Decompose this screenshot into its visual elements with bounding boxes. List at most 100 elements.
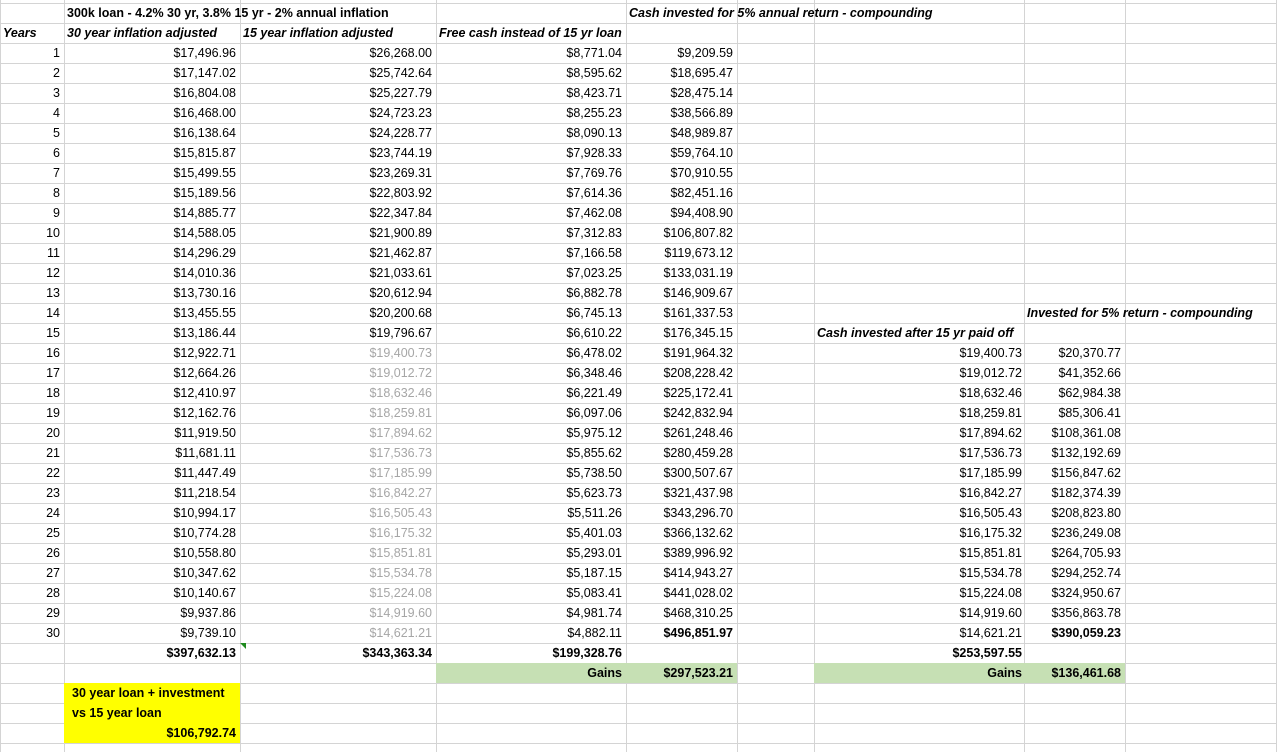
cell-cash-invested[interactable]: $48,989.87 bbox=[626, 123, 737, 143]
cell-cash-invested[interactable]: $82,451.16 bbox=[626, 183, 737, 203]
gains-label-right[interactable]: Gains bbox=[814, 663, 1026, 683]
total-15yr[interactable]: $343,363.34 bbox=[240, 643, 436, 663]
cell-free-cash[interactable]: $7,166.58 bbox=[436, 243, 626, 263]
cell-after-payoff[interactable]: $17,536.73 bbox=[814, 443, 1026, 463]
cell-free-cash[interactable]: $8,090.13 bbox=[436, 123, 626, 143]
cell-after-invested[interactable]: $156,847.62 bbox=[1024, 463, 1125, 483]
cell-30yr[interactable]: $9,739.10 bbox=[64, 623, 240, 643]
header-free-cash[interactable]: Free cash instead of 15 yr loan bbox=[436, 23, 626, 43]
year-cell[interactable]: 22 bbox=[0, 463, 64, 483]
cell-cash-invested[interactable]: $38,566.89 bbox=[626, 103, 737, 123]
cell-15yr[interactable]: $20,612.94 bbox=[240, 283, 436, 303]
cell-after-invested[interactable]: $62,984.38 bbox=[1024, 383, 1125, 403]
cell-cash-invested[interactable]: $242,832.94 bbox=[626, 403, 737, 423]
cell-30yr[interactable]: $14,588.05 bbox=[64, 223, 240, 243]
year-cell[interactable]: 7 bbox=[0, 163, 64, 183]
year-cell[interactable]: 13 bbox=[0, 283, 64, 303]
cell-after-invested[interactable]: $236,249.08 bbox=[1024, 523, 1125, 543]
cell-cash-invested[interactable]: $441,028.02 bbox=[626, 583, 737, 603]
cell-cash-invested[interactable]: $176,345.15 bbox=[626, 323, 737, 343]
cell-free-cash[interactable]: $8,423.71 bbox=[436, 83, 626, 103]
header-cash-invested[interactable]: Cash invested for 5% annual return - com… bbox=[626, 3, 1016, 23]
cell-30yr[interactable]: $10,994.17 bbox=[64, 503, 240, 523]
cell-15yr[interactable]: $25,227.79 bbox=[240, 83, 436, 103]
cell-free-cash[interactable]: $6,745.13 bbox=[436, 303, 626, 323]
cell-after-invested[interactable]: $390,059.23 bbox=[1024, 623, 1125, 643]
year-cell[interactable]: 20 bbox=[0, 423, 64, 443]
cell-free-cash[interactable]: $7,462.08 bbox=[436, 203, 626, 223]
cell-15yr[interactable]: $14,621.21 bbox=[240, 623, 436, 643]
cell-free-cash[interactable]: $6,882.78 bbox=[436, 283, 626, 303]
cell-30yr[interactable]: $16,804.08 bbox=[64, 83, 240, 103]
header-30yr[interactable]: 30 year inflation adjusted bbox=[64, 23, 240, 43]
cell-after-payoff[interactable]: $15,534.78 bbox=[814, 563, 1026, 583]
cell-free-cash[interactable]: $7,769.76 bbox=[436, 163, 626, 183]
year-cell[interactable]: 15 bbox=[0, 323, 64, 343]
year-cell[interactable]: 25 bbox=[0, 523, 64, 543]
cell-cash-invested[interactable]: $414,943.27 bbox=[626, 563, 737, 583]
cell-15yr[interactable]: $16,842.27 bbox=[240, 483, 436, 503]
year-cell[interactable]: 16 bbox=[0, 343, 64, 363]
year-cell[interactable]: 24 bbox=[0, 503, 64, 523]
cell-free-cash[interactable]: $6,610.22 bbox=[436, 323, 626, 343]
cell-after-invested[interactable]: $294,252.74 bbox=[1024, 563, 1125, 583]
cell-15yr[interactable]: $23,269.31 bbox=[240, 163, 436, 183]
cell-30yr[interactable]: $17,147.02 bbox=[64, 63, 240, 83]
cell-cash-invested[interactable]: $59,764.10 bbox=[626, 143, 737, 163]
cell-free-cash[interactable]: $4,981.74 bbox=[436, 603, 626, 623]
cell-after-payoff[interactable]: $14,621.21 bbox=[814, 623, 1026, 643]
cell-15yr[interactable]: $22,803.92 bbox=[240, 183, 436, 203]
cell-free-cash[interactable]: $6,478.02 bbox=[436, 343, 626, 363]
cell-30yr[interactable]: $11,447.49 bbox=[64, 463, 240, 483]
cell-15yr[interactable]: $26,268.00 bbox=[240, 43, 436, 63]
cell-free-cash[interactable]: $8,771.04 bbox=[436, 43, 626, 63]
cell-30yr[interactable]: $10,140.67 bbox=[64, 583, 240, 603]
summary-value[interactable]: $106,792.74 bbox=[64, 723, 240, 743]
total-after-payoff[interactable]: $253,597.55 bbox=[814, 643, 1026, 663]
cell-15yr[interactable]: $18,259.81 bbox=[240, 403, 436, 423]
gains-label-left[interactable]: Gains bbox=[436, 663, 626, 683]
cell-30yr[interactable]: $17,496.96 bbox=[64, 43, 240, 63]
cell-after-payoff[interactable]: $19,400.73 bbox=[814, 343, 1026, 363]
cell-cash-invested[interactable]: $261,248.46 bbox=[626, 423, 737, 443]
cell-30yr[interactable]: $14,885.77 bbox=[64, 203, 240, 223]
cell-cash-invested[interactable]: $106,807.82 bbox=[626, 223, 737, 243]
header-years[interactable]: Years bbox=[0, 23, 64, 43]
cell-after-invested[interactable]: $208,823.80 bbox=[1024, 503, 1125, 523]
cell-15yr[interactable]: $24,723.23 bbox=[240, 103, 436, 123]
cell-after-payoff[interactable]: $18,632.46 bbox=[814, 383, 1026, 403]
cell-free-cash[interactable]: $6,221.49 bbox=[436, 383, 626, 403]
cell-cash-invested[interactable]: $496,851.97 bbox=[626, 623, 737, 643]
cell-15yr[interactable]: $16,175.32 bbox=[240, 523, 436, 543]
spreadsheet-grid[interactable]: 300k loan - 4.2% 30 yr, 3.8% 15 yr - 2% … bbox=[0, 0, 1277, 752]
cell-after-payoff[interactable]: $14,919.60 bbox=[814, 603, 1026, 623]
year-cell[interactable]: 29 bbox=[0, 603, 64, 623]
cell-30yr[interactable]: $11,681.11 bbox=[64, 443, 240, 463]
cell-30yr[interactable]: $11,919.50 bbox=[64, 423, 240, 443]
cell-free-cash[interactable]: $5,511.26 bbox=[436, 503, 626, 523]
cell-after-invested[interactable]: $264,705.93 bbox=[1024, 543, 1125, 563]
cell-15yr[interactable]: $16,505.43 bbox=[240, 503, 436, 523]
cell-free-cash[interactable]: $5,975.12 bbox=[436, 423, 626, 443]
total-free-cash[interactable]: $199,328.76 bbox=[436, 643, 626, 663]
year-cell[interactable]: 5 bbox=[0, 123, 64, 143]
year-cell[interactable]: 30 bbox=[0, 623, 64, 643]
year-cell[interactable]: 26 bbox=[0, 543, 64, 563]
cell-15yr[interactable]: $22,347.84 bbox=[240, 203, 436, 223]
cell-cash-invested[interactable]: $300,507.67 bbox=[626, 463, 737, 483]
cell-30yr[interactable]: $13,186.44 bbox=[64, 323, 240, 343]
cell-15yr[interactable]: $20,200.68 bbox=[240, 303, 436, 323]
cell-after-invested[interactable]: $20,370.77 bbox=[1024, 343, 1125, 363]
year-cell[interactable]: 8 bbox=[0, 183, 64, 203]
cell-15yr[interactable]: $14,919.60 bbox=[240, 603, 436, 623]
cell-30yr[interactable]: $11,218.54 bbox=[64, 483, 240, 503]
cell-free-cash[interactable]: $7,023.25 bbox=[436, 263, 626, 283]
cell-30yr[interactable]: $12,410.97 bbox=[64, 383, 240, 403]
cell-after-payoff[interactable]: $16,842.27 bbox=[814, 483, 1026, 503]
cell-30yr[interactable]: $16,138.64 bbox=[64, 123, 240, 143]
cell-after-invested[interactable]: $356,863.78 bbox=[1024, 603, 1125, 623]
cell-free-cash[interactable]: $5,623.73 bbox=[436, 483, 626, 503]
cell-15yr[interactable]: $19,400.73 bbox=[240, 343, 436, 363]
summary-line1[interactable]: 30 year loan + investment bbox=[64, 683, 240, 703]
cell-after-payoff[interactable]: $17,894.62 bbox=[814, 423, 1026, 443]
